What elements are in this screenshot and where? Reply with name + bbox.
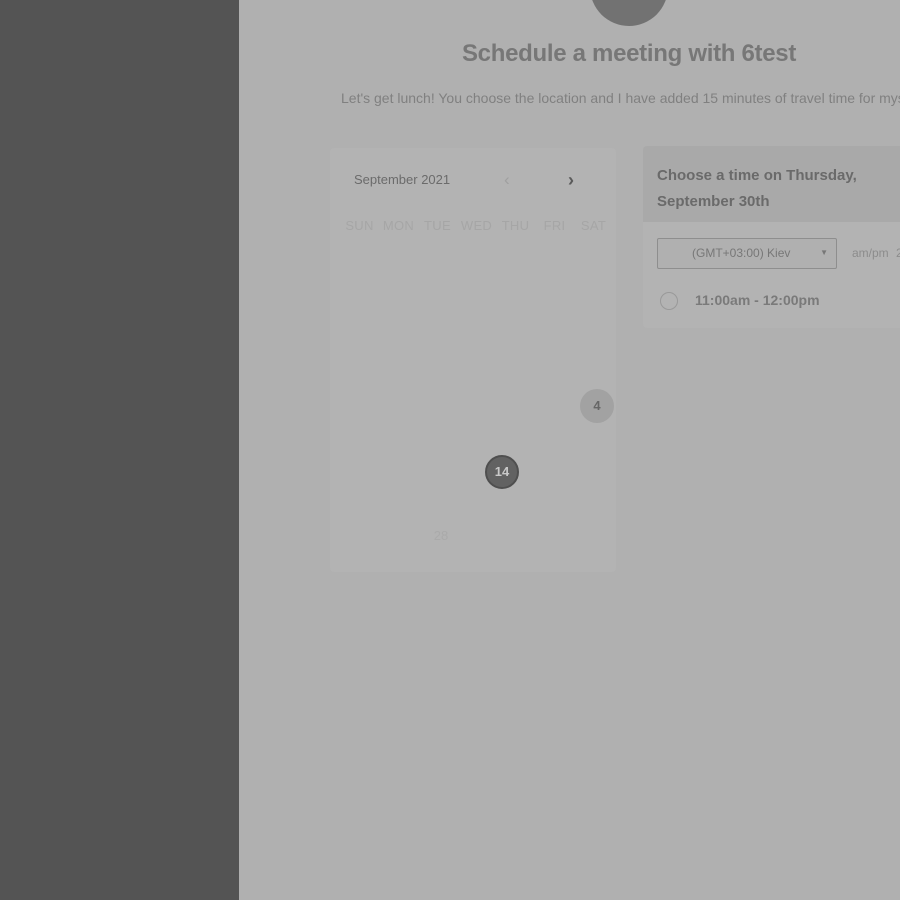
sidebar [0,0,239,900]
chevron-right-icon[interactable]: › [568,170,574,191]
calendar-month-label: September 2021 [354,172,451,187]
weekday-label: SAT [580,218,607,233]
calendar-day: 28 [433,528,449,543]
avatar [590,0,668,26]
time-panel-heading: Choose a time on Thursday, September 30t… [657,167,857,210]
calendar: September 2021 ‹ › SUN MON TUE WED THU F… [330,148,616,572]
weekday-label: SUN [345,218,374,233]
page-title: Schedule a meeting with 6test [461,40,797,67]
ampm-label: am/pm [852,246,889,260]
weekday-label: WED [460,218,493,233]
weekday-label: TUE [424,218,451,233]
weekday-label: THU [501,218,530,233]
ampm-extra: 2 [896,246,900,260]
calendar-day-selected[interactable]: 14 [485,455,519,489]
caret-down-icon: ▼ [820,248,828,257]
chevron-left-icon[interactable]: ‹ [504,170,510,190]
time-selection-panel: Choose a time on Thursday, September 30t… [643,146,900,328]
timezone-value: (GMT+03:00) Kiev [692,246,791,260]
timezone-select[interactable]: (GMT+03:00) Kiev ▼ [657,238,837,269]
radio-icon[interactable] [660,292,678,310]
ampm-toggle[interactable]: am/pm 2 [852,246,900,260]
weekday-label: FRI [543,218,566,233]
weekday-label: MON [382,218,415,233]
time-slot-label: 11:00am - 12:00pm [695,292,820,308]
time-panel-header: Choose a time on Thursday, September 30t… [643,146,900,222]
meeting-description: Let's get lunch! You choose the location… [341,90,900,106]
weekday-header: SUN MON TUE WED THU FRI SAT [340,218,613,233]
main-content: Schedule a meeting with 6test Let's get … [239,0,900,900]
calendar-day-available[interactable]: 4 [580,389,614,423]
